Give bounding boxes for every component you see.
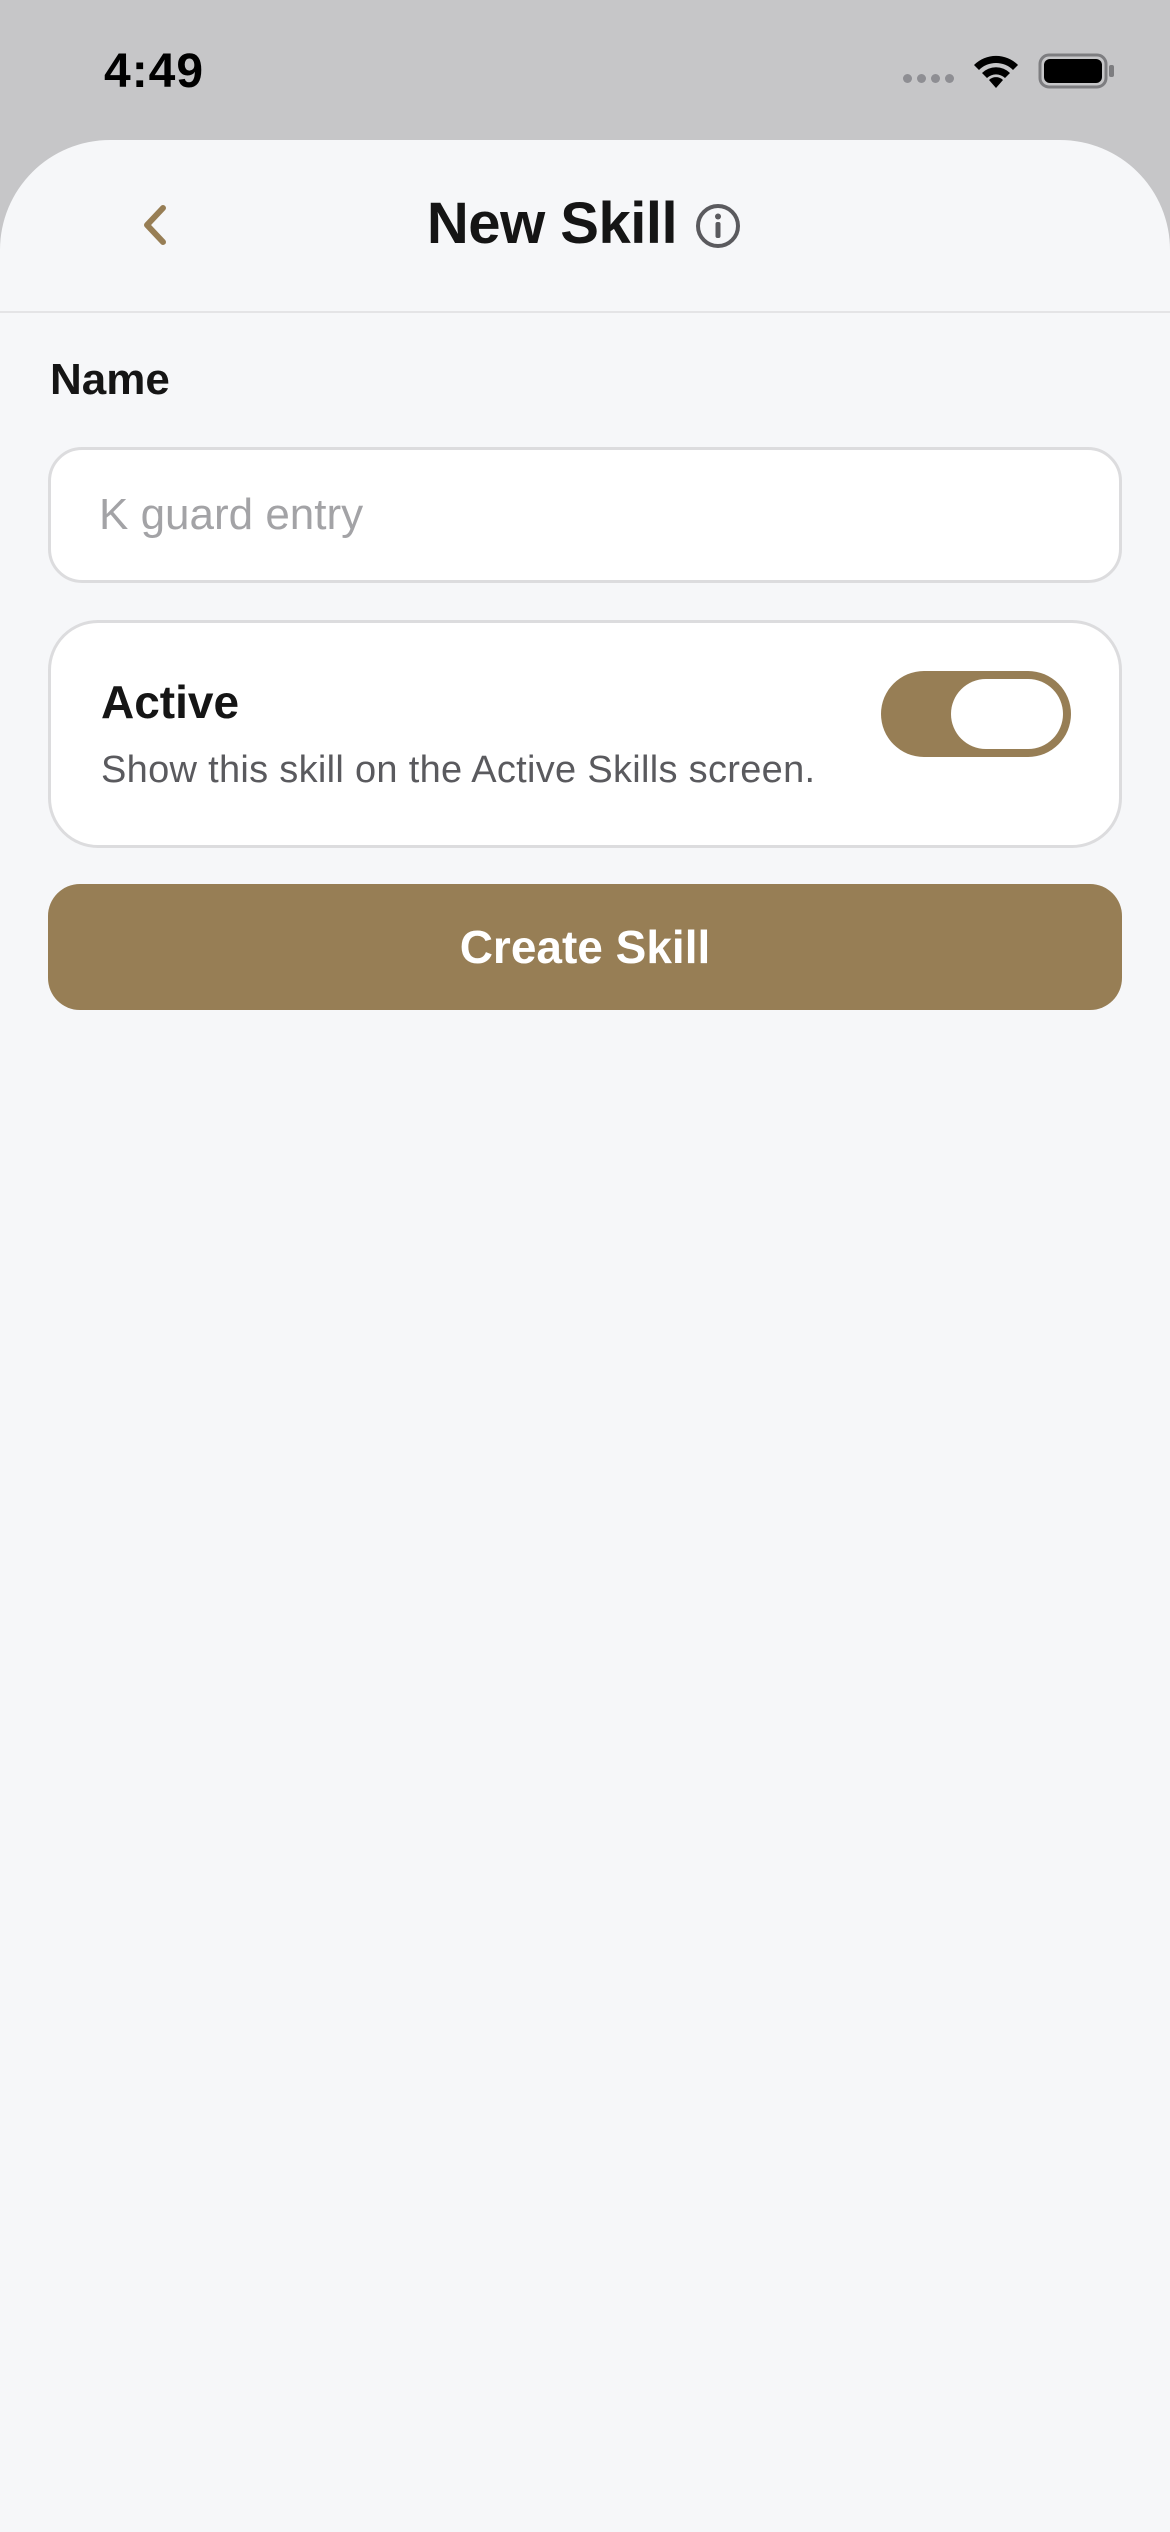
title-wrap: New Skill bbox=[0, 190, 1170, 257]
sheet-header: New Skill bbox=[0, 140, 1170, 313]
info-button[interactable] bbox=[693, 201, 743, 251]
cellular-signal-icon bbox=[903, 73, 954, 83]
battery-icon bbox=[1038, 53, 1114, 89]
name-label: Name bbox=[50, 355, 170, 404]
active-description: Show this skill on the Active Skills scr… bbox=[101, 749, 816, 791]
active-toggle[interactable] bbox=[881, 671, 1071, 757]
create-skill-button[interactable]: Create Skill bbox=[48, 884, 1122, 1010]
status-icons bbox=[903, 52, 1116, 90]
wifi-icon bbox=[974, 55, 1018, 88]
status-time: 4:49 bbox=[104, 45, 205, 98]
info-circle-icon bbox=[696, 203, 741, 248]
active-title: Active bbox=[101, 676, 240, 728]
new-skill-sheet: New Skill Name Active Show this skill on… bbox=[0, 140, 1170, 2532]
active-card: Active Show this skill on the Active Ski… bbox=[48, 620, 1122, 848]
toggle-knob bbox=[951, 679, 1063, 749]
page-title: New Skill bbox=[426, 191, 678, 256]
name-input[interactable] bbox=[48, 447, 1122, 583]
status-bar: 4:49 bbox=[0, 0, 1170, 140]
